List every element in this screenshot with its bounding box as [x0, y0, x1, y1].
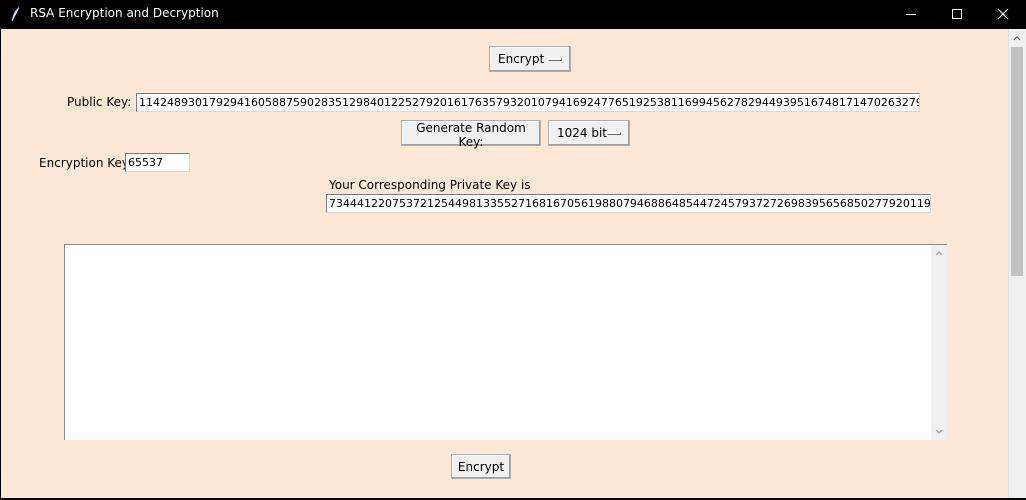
scroll-down-arrow-icon[interactable] — [935, 429, 943, 435]
close-icon — [997, 8, 1009, 20]
window-scrollbar[interactable] — [1008, 29, 1026, 498]
private-key-label: Your Corresponding Private Key is — [329, 178, 531, 192]
scroll-up-arrow-icon[interactable] — [1013, 35, 1021, 41]
encryption-key-label: Encryption Key: — [39, 156, 133, 170]
text-area-scrollbar[interactable] — [931, 245, 947, 440]
dropdown-indicator-icon — [548, 58, 562, 61]
minimize-button[interactable] — [888, 0, 934, 29]
close-button[interactable] — [980, 0, 1026, 29]
dropdown-indicator-icon — [607, 132, 621, 135]
private-key-field[interactable]: 7344412207537212544981335527168167056198… — [326, 194, 931, 213]
mode-option-menu[interactable]: Encrypt — [489, 46, 571, 72]
title-bar[interactable]: RSA Encryption and Decryption — [0, 0, 1026, 29]
scroll-up-arrow-icon[interactable] — [935, 250, 943, 256]
main-panel: Encrypt Public Key: 11424893017929416058… — [1, 29, 1008, 498]
minimize-icon — [906, 14, 916, 15]
public-key-field[interactable]: 1142489301792941605887590283512984012252… — [136, 93, 920, 112]
public-key-label: Public Key: — [67, 95, 132, 109]
feather-icon — [10, 6, 22, 22]
encrypt-button[interactable]: Encrypt — [451, 454, 511, 479]
encryption-key-field[interactable]: 65537 — [125, 153, 190, 172]
key-size-option-menu[interactable]: 1024 bit — [548, 120, 630, 146]
maximize-button[interactable] — [934, 0, 980, 29]
message-text-area[interactable] — [64, 244, 947, 440]
generate-random-key-button[interactable]: Generate Random Key: — [401, 120, 541, 149]
window-title: RSA Encryption and Decryption — [30, 6, 219, 20]
key-size-selected-value: 1024 bit — [557, 126, 608, 140]
scrollbar-thumb[interactable] — [1011, 47, 1023, 276]
maximize-icon — [952, 9, 962, 19]
mode-selected-value: Encrypt — [498, 52, 545, 66]
